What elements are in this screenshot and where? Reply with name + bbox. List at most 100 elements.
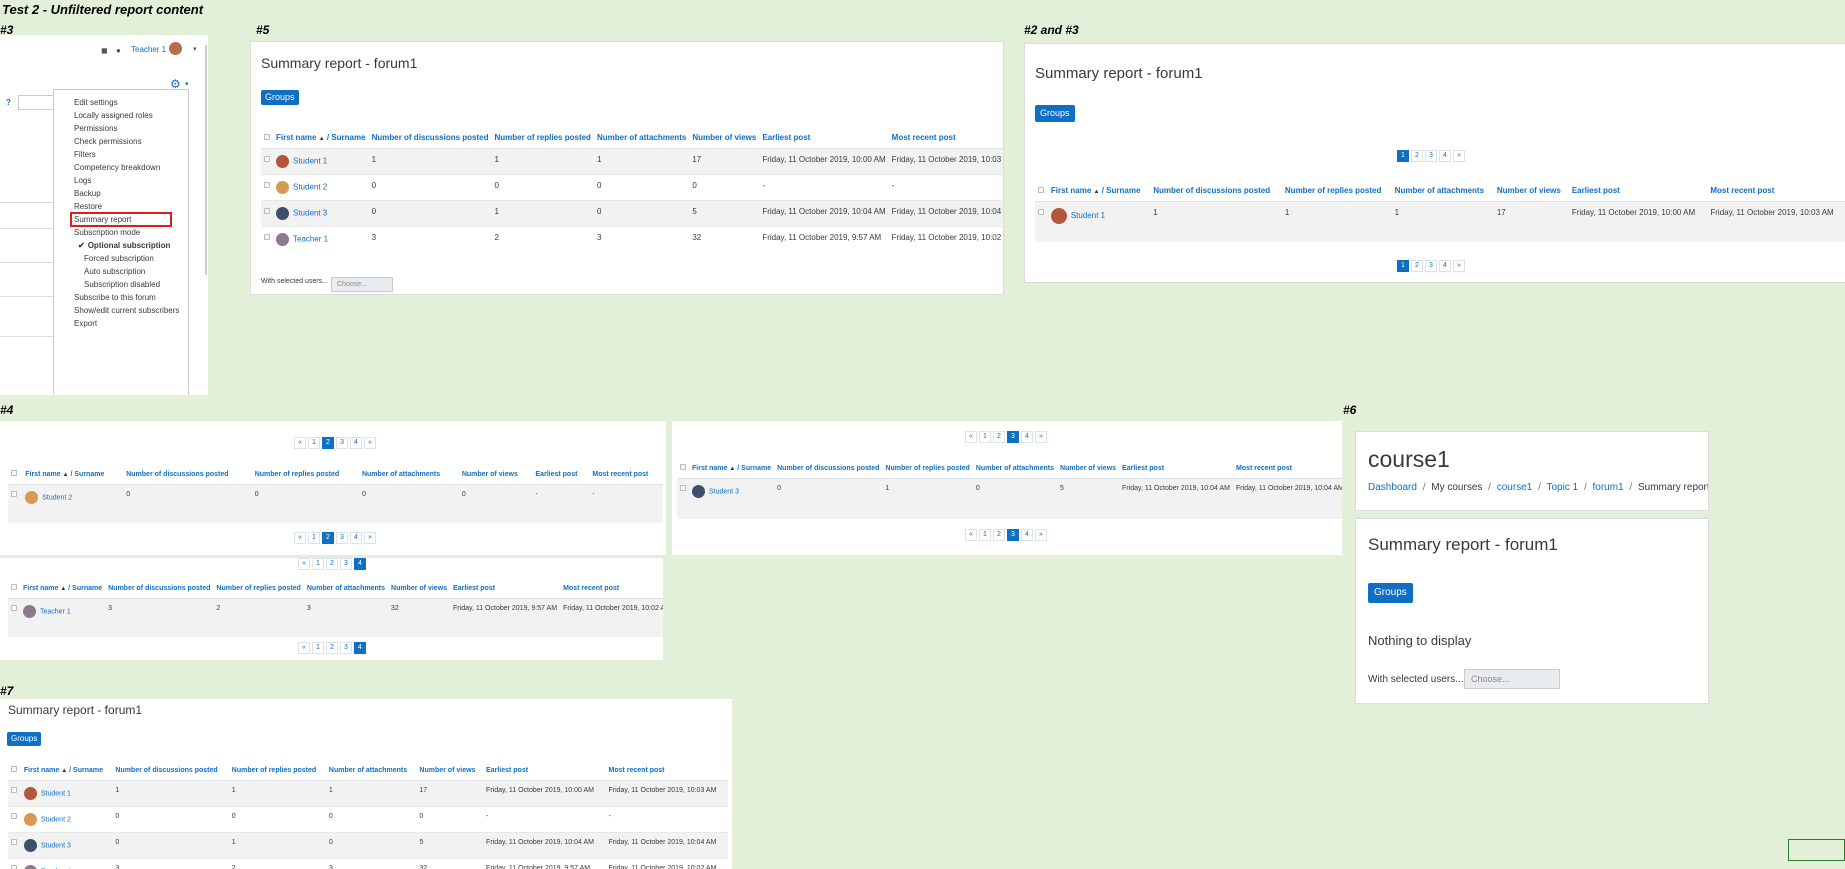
col-discussions[interactable]: Number of discussions posted	[774, 458, 883, 479]
page-3[interactable]: 3	[1007, 431, 1019, 443]
page-next[interactable]: »	[1035, 529, 1047, 541]
menu-item-permissions[interactable]: Permissions	[54, 122, 188, 135]
menu-item-export[interactable]: Export	[54, 317, 188, 330]
user-link[interactable]: Teacher 1	[40, 608, 71, 615]
page-2[interactable]: 2	[326, 558, 338, 570]
groups-button[interactable]: Groups	[1035, 105, 1075, 122]
page-next[interactable]: »	[1453, 150, 1465, 162]
col-discussions[interactable]: Number of discussions posted	[368, 127, 492, 149]
col-discussions[interactable]: Number of discussions posted	[123, 464, 252, 485]
user-link[interactable]: Student 1	[293, 157, 327, 166]
user-link[interactable]: Student 2	[42, 494, 72, 501]
page-3[interactable]: 3	[336, 532, 348, 544]
page-1[interactable]: 1	[979, 431, 991, 443]
page-prev[interactable]: «	[298, 642, 310, 654]
page-3[interactable]: 3	[1425, 260, 1437, 272]
col-attachments[interactable]: Number of attachments	[1391, 180, 1494, 202]
groups-button[interactable]: Groups	[7, 732, 42, 746]
help-icon[interactable]: ?	[6, 98, 11, 107]
col-firstname[interactable]: First name ▲ / Surname	[22, 464, 124, 485]
col-discussions[interactable]: Number of discussions posted	[105, 578, 214, 599]
page-next[interactable]: »	[1035, 431, 1047, 443]
col-firstname[interactable]: First name ▲ / Surname	[1047, 180, 1151, 202]
user-link[interactable]: Student 1	[1071, 211, 1105, 220]
select-all-checkbox[interactable]	[8, 578, 20, 599]
page-prev[interactable]: «	[965, 529, 977, 541]
page-2[interactable]: 2	[1411, 260, 1423, 272]
page-prev[interactable]: «	[294, 437, 306, 449]
page-next[interactable]: »	[364, 437, 376, 449]
col-attachments[interactable]: Number of attachments	[358, 464, 459, 485]
page-1[interactable]: 1	[1397, 150, 1409, 162]
page-3[interactable]: 3	[1425, 150, 1437, 162]
row-checkbox[interactable]	[11, 787, 17, 793]
row-checkbox[interactable]	[264, 234, 270, 240]
page-3[interactable]: 3	[340, 558, 352, 570]
col-earliest[interactable]: Earliest post	[1568, 180, 1708, 202]
col-replies[interactable]: Number of replies posted	[491, 127, 594, 149]
col-replies[interactable]: Number of replies posted	[228, 760, 326, 781]
row-checkbox[interactable]	[11, 813, 17, 819]
select-all-checkbox[interactable]	[261, 127, 273, 149]
page-4[interactable]: 4	[354, 642, 366, 654]
col-earliest[interactable]: Earliest post	[1119, 458, 1233, 479]
chevron-down-icon[interactable]: ▾	[193, 45, 197, 53]
user-link[interactable]: Student 3	[293, 209, 327, 218]
scrollbar[interactable]	[205, 45, 207, 275]
bulk-action-select[interactable]: Choose...	[331, 277, 393, 292]
col-recent[interactable]: Most recent post	[1232, 458, 1342, 479]
search-field[interactable]	[18, 95, 58, 110]
gear-chevron-icon[interactable]: ▾	[185, 80, 189, 88]
col-views[interactable]: Number of views	[458, 464, 533, 485]
page-2[interactable]: 2	[322, 437, 334, 449]
col-replies[interactable]: Number of replies posted	[213, 578, 304, 599]
user-avatar[interactable]	[169, 42, 182, 55]
page-4[interactable]: 4	[350, 532, 362, 544]
page-4[interactable]: 4	[1021, 431, 1033, 443]
menu-item-forced-subscription[interactable]: Forced subscription	[54, 252, 188, 265]
menu-item-restore[interactable]: Restore	[54, 200, 188, 213]
row-checkbox[interactable]	[680, 485, 686, 491]
page-1[interactable]: 1	[312, 558, 324, 570]
menu-item-logs[interactable]: Logs	[54, 174, 188, 187]
bulk-action-select[interactable]: Choose...	[1464, 669, 1560, 689]
col-recent[interactable]: Most recent post	[1707, 180, 1845, 202]
page-next[interactable]: »	[1453, 260, 1465, 272]
col-views[interactable]: Number of views	[689, 127, 760, 149]
col-replies[interactable]: Number of replies posted	[251, 464, 359, 485]
col-firstname[interactable]: First name ▲ / Surname	[20, 760, 113, 781]
page-prev[interactable]: «	[965, 431, 977, 443]
col-recent[interactable]: Most recent post	[589, 464, 663, 485]
col-replies[interactable]: Number of replies posted	[1281, 180, 1392, 202]
page-4[interactable]: 4	[350, 437, 362, 449]
menu-item-check-permissions[interactable]: Check permissions	[54, 135, 188, 148]
menu-item-competency-breakdown[interactable]: Competency breakdown	[54, 161, 188, 174]
menu-item-show-subscribers[interactable]: Show/edit current subscribers	[54, 304, 188, 317]
row-checkbox[interactable]	[264, 208, 270, 214]
menu-item-subscribe[interactable]: Subscribe to this forum	[54, 291, 188, 304]
row-checkbox[interactable]	[11, 491, 17, 497]
menu-item-subscription-mode[interactable]: Subscription mode	[54, 226, 188, 239]
col-replies[interactable]: Number of replies posted	[882, 458, 973, 479]
bell-icon[interactable]: ◼	[101, 46, 108, 55]
col-firstname[interactable]: First name ▲ / Surname	[689, 458, 775, 479]
row-checkbox[interactable]	[264, 156, 270, 162]
chat-icon[interactable]: ●	[116, 46, 121, 55]
menu-item-locally-assigned-roles[interactable]: Locally assigned roles	[54, 109, 188, 122]
row-checkbox[interactable]	[11, 865, 17, 869]
menu-item-backup[interactable]: Backup	[54, 187, 188, 200]
page-1[interactable]: 1	[1397, 260, 1409, 272]
col-earliest[interactable]: Earliest post	[450, 578, 561, 599]
page-3[interactable]: 3	[336, 437, 348, 449]
page-3[interactable]: 3	[340, 642, 352, 654]
page-1[interactable]: 1	[308, 532, 320, 544]
user-link[interactable]: Student 3	[41, 842, 71, 849]
col-earliest[interactable]: Earliest post	[759, 127, 889, 149]
menu-item-subscription-disabled[interactable]: Subscription disabled	[54, 278, 188, 291]
breadcrumb-forum1[interactable]: forum1	[1593, 482, 1624, 493]
breadcrumb-dashboard[interactable]: Dashboard	[1368, 482, 1417, 493]
page-2[interactable]: 2	[993, 431, 1005, 443]
user-link[interactable]: Student 2	[293, 183, 327, 192]
col-attachments[interactable]: Number of attachments	[303, 578, 389, 599]
col-recent[interactable]: Most recent post	[605, 760, 728, 781]
